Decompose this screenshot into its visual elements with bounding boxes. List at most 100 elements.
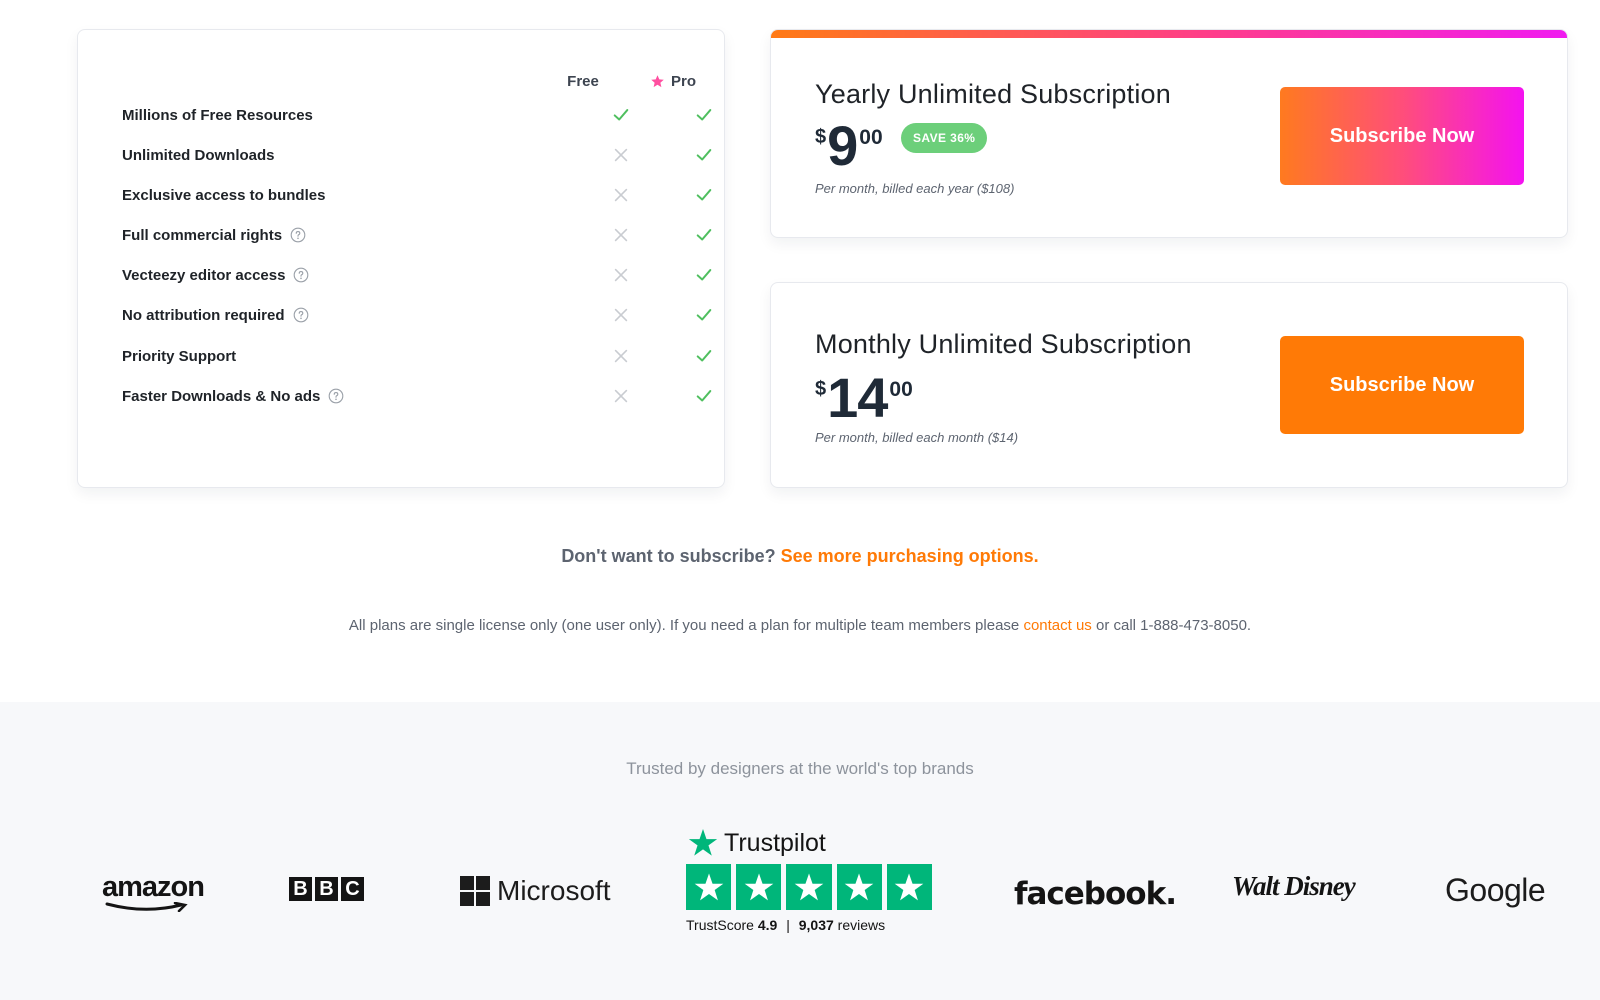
feature-label-text: Full commercial rights: [122, 226, 283, 244]
feature-row: Priority Support: [122, 344, 712, 368]
pro-check-icon: [692, 384, 716, 408]
trustpilot-widget[interactable]: Trustpilot TrustScore 4.9 | 9,037 review…: [686, 827, 933, 933]
trustpilot-brand: Trustpilot: [686, 827, 932, 859]
feature-label-text: Millions of Free Resources: [122, 106, 313, 124]
amazon-smile-icon: [105, 902, 188, 912]
feature-label: Vecteezy editor access: [122, 267, 309, 284]
monthly-subscribe-button[interactable]: Subscribe Now: [1280, 336, 1524, 434]
trusted-brands-section: Trusted by designers at the world's top …: [0, 702, 1600, 1000]
yearly-price-currency: $: [815, 126, 827, 148]
trustscore-label: TrustScore: [686, 917, 754, 933]
feature-row: Faster Downloads & No ads: [122, 384, 712, 408]
free-cross-icon: [609, 344, 633, 368]
amazon-wordmark: amazon: [102, 871, 205, 903]
feature-row: Full commercial rights: [122, 223, 712, 247]
yearly-price-whole: 9: [827, 114, 858, 177]
trustscore-separator: |: [786, 917, 790, 933]
pro-check-icon: [692, 344, 716, 368]
feature-label: Priority Support: [122, 348, 236, 365]
feature-row: Unlimited Downloads: [122, 143, 712, 167]
free-check-icon: [609, 103, 633, 127]
feature-label: Exclusive access to bundles: [122, 187, 325, 204]
free-cross-icon: [609, 263, 633, 287]
trustpilot-star-icon: [686, 864, 732, 910]
help-icon[interactable]: [293, 307, 309, 323]
yearly-plan-title: Yearly Unlimited Subscription: [815, 79, 1171, 109]
free-cross-icon: [609, 223, 633, 247]
bbc-letter: B: [289, 877, 312, 901]
pro-check-icon: [692, 103, 716, 127]
pro-column-header: Pro: [627, 73, 719, 90]
brands-heading: Trusted by designers at the world's top …: [626, 759, 974, 778]
help-icon[interactable]: [293, 267, 309, 283]
feature-label: Faster Downloads & No ads: [122, 388, 344, 405]
feature-label: No attribution required: [122, 307, 309, 324]
yearly-price-cents: 00: [859, 126, 883, 149]
feature-comparison-card: Free Pro Millions of Free Resources Unlim…: [77, 29, 725, 488]
yearly-subscribe-button[interactable]: Subscribe Now: [1280, 87, 1524, 185]
save-badge: SAVE 36%: [901, 123, 988, 153]
trustpilot-star-icon: [786, 864, 832, 910]
feature-label: Millions of Free Resources: [122, 107, 313, 124]
purchase-options-line: Don't want to subscribe? See more purcha…: [0, 546, 1600, 567]
trustpilot-star-icon: [688, 829, 718, 856]
reviews-count: 9,037: [798, 917, 834, 933]
free-column-header: Free: [567, 73, 599, 90]
free-cross-icon: [609, 143, 633, 167]
trustpilot-star-icon: [886, 864, 933, 910]
feature-row: Vecteezy editor access: [122, 263, 712, 287]
disney-logo: Walt Disney: [1232, 871, 1356, 901]
microsoft-logo: Microsoft: [460, 875, 611, 907]
monthly-price-whole: 14: [827, 366, 888, 429]
monthly-price: $ 14 00: [815, 370, 913, 426]
pro-check-icon: [692, 263, 716, 287]
yearly-plan-card: Yearly Unlimited Subscription $ 9 00 SAV…: [770, 29, 1568, 238]
monthly-billing-note: Per month, billed each month ($14): [815, 430, 1019, 445]
facebook-logo: facebook.: [1014, 876, 1177, 912]
free-cross-icon: [609, 183, 633, 207]
feature-label: Full commercial rights: [122, 227, 306, 244]
contact-us-link[interactable]: contact us: [1023, 617, 1091, 634]
trustscore-value: 4.9: [757, 917, 778, 933]
reviews-label: reviews: [837, 917, 886, 933]
free-cross-icon: [609, 384, 633, 408]
pro-check-icon: [692, 183, 716, 207]
trustpilot-name: Trustpilot: [724, 828, 826, 857]
pro-check-icon: [692, 143, 716, 167]
yearly-billing-note: Per month, billed each year ($108): [815, 181, 1015, 196]
yearly-price: $ 9 00: [815, 118, 883, 174]
help-icon[interactable]: [328, 388, 344, 404]
trustpilot-star-icon: [736, 864, 782, 910]
license-note: All plans are single license only (one u…: [0, 617, 1600, 634]
trustpilot-rating-stars: [686, 864, 933, 910]
feature-label-text: Priority Support: [122, 347, 237, 365]
feature-label-text: Vecteezy editor access: [122, 266, 286, 284]
google-logo: Google: [1445, 872, 1546, 908]
trustpilot-star-icon: [836, 864, 882, 910]
amazon-logo: amazon: [102, 871, 205, 912]
monthly-price-cents: 00: [889, 378, 913, 401]
pro-check-icon: [692, 303, 716, 327]
microsoft-windows-icon: [460, 876, 490, 906]
feature-label-text: No attribution required: [122, 306, 285, 324]
help-icon[interactable]: [290, 227, 306, 243]
bbc-letter: C: [341, 877, 364, 901]
feature-label-text: Unlimited Downloads: [122, 146, 275, 164]
feature-label-text: Faster Downloads & No ads: [122, 387, 321, 405]
pro-star-icon: [651, 75, 664, 88]
pro-column-label: Pro: [670, 73, 696, 90]
microsoft-wordmark: Microsoft: [497, 875, 611, 906]
feature-row: Exclusive access to bundles: [122, 183, 712, 207]
purchase-question: Don't want to subscribe?: [561, 546, 776, 566]
feature-label: Unlimited Downloads: [122, 147, 275, 164]
pro-check-icon: [692, 223, 716, 247]
monthly-price-currency: $: [815, 378, 827, 400]
trustpilot-score: TrustScore 4.9 | 9,037 reviews: [686, 917, 932, 933]
feature-row: No attribution required: [122, 303, 712, 327]
license-note-text: All plans are single license only (one u…: [348, 617, 1020, 634]
monthly-plan-card: Monthly Unlimited Subscription $ 14 00 P…: [770, 282, 1568, 488]
feature-row: Millions of Free Resources: [122, 103, 712, 127]
license-note-phone: or call 1-888-473-8050.: [1095, 617, 1252, 634]
feature-label-text: Exclusive access to bundles: [122, 186, 326, 204]
purchasing-options-link[interactable]: See more purchasing options.: [781, 546, 1039, 566]
